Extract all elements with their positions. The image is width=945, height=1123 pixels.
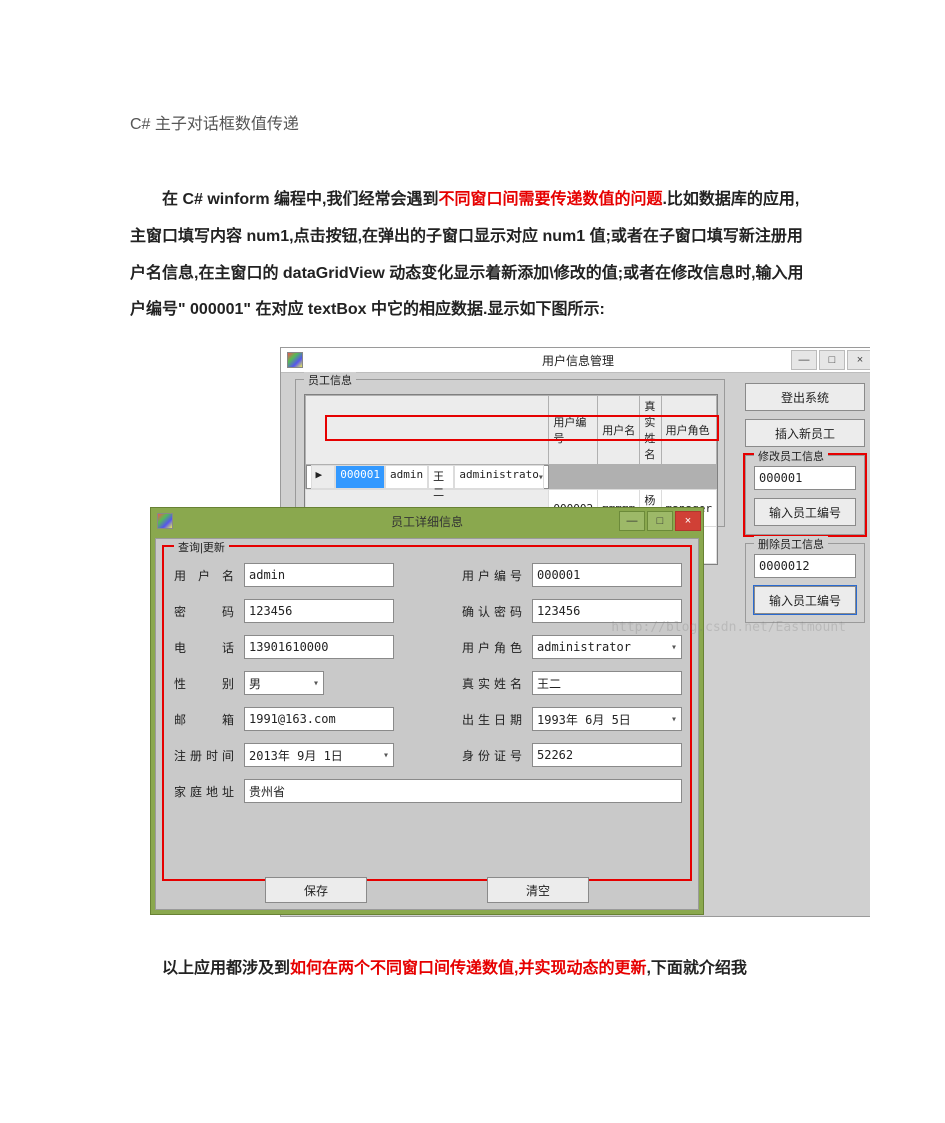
document-page: C# 主子对话框数值传递 在 C# winform 编程中,我们经常会遇到不同窗…: [0, 0, 945, 1123]
close-button[interactable]: ×: [847, 350, 870, 370]
password-label: 密 码: [174, 603, 234, 620]
para1-prefix: 在 C# winform 编程中,我们经常会遇到: [162, 191, 438, 208]
password-input[interactable]: 123456: [244, 599, 394, 623]
main-window-title: 用户信息管理: [281, 352, 870, 369]
delete-employee-groupbox: 删除员工信息 0000012 输入员工编号: [745, 543, 865, 623]
employee-groupbox-legend: 员工信息: [304, 372, 356, 388]
modify-employee-id-input[interactable]: 000001: [754, 466, 856, 490]
para1-red: 不同窗口间需要传递数值的问题: [438, 191, 662, 208]
paragraph-2: 以上应用都涉及到如何在两个不同窗口间传递数值,并实现动态的更新,下面就介绍我: [130, 951, 815, 988]
child-window-buttons: — □ ×: [619, 511, 701, 531]
confirm-label: 确认密码: [462, 603, 522, 620]
cell-userid[interactable]: 000001: [335, 465, 385, 489]
paragraph-1: 在 C# winform 编程中,我们经常会遇到不同窗口间需要传递数值的问题.比…: [130, 182, 815, 329]
clear-button[interactable]: 清空: [487, 877, 589, 903]
gender-label: 性 别: [174, 675, 234, 692]
para2-prefix: 以上应用都涉及到: [162, 960, 290, 977]
username-label: 用户名: [174, 567, 234, 584]
confirm-input[interactable]: 123456: [532, 599, 682, 623]
grid-header-row: 用户编号 用户名 真实姓名 用户角色: [306, 396, 717, 465]
phone-label: 电 话: [174, 639, 234, 656]
doc-title: C# 主子对话框数值传递: [130, 110, 815, 134]
email-input[interactable]: 1991@163.com: [244, 707, 394, 731]
form-button-row: 保存 清空: [156, 877, 698, 903]
employee-groupbox: 员工信息 用户编号 用户名 真实姓名 用户角色 ▶: [295, 379, 725, 527]
para2-red: 如何在两个不同窗口间传递数值,并实现动态的更新: [290, 960, 646, 977]
address-input[interactable]: 贵州省: [244, 779, 682, 803]
right-panel: 登出系统 插入新员工 修改员工信息 000001 输入员工编号 删除员工信息 0…: [745, 383, 865, 623]
idcard-label: 身份证号: [462, 747, 522, 764]
cell-role[interactable]: administrato: [454, 465, 543, 489]
minimize-button[interactable]: —: [619, 511, 645, 531]
form-groupbox: 查询|更新 用户名 admin 用户编号 000001 密 码 123456 确…: [162, 545, 692, 881]
insert-employee-button[interactable]: 插入新员工: [745, 419, 865, 447]
maximize-button[interactable]: □: [819, 350, 845, 370]
save-button[interactable]: 保存: [265, 877, 367, 903]
role-select[interactable]: administrator: [532, 635, 682, 659]
form-legend: 查询|更新: [174, 539, 229, 555]
para2-suffix: ,下面就介绍我: [646, 960, 746, 977]
modify-employee-groupbox: 修改员工信息 000001 输入员工编号: [745, 455, 865, 535]
child-titlebar: 员工详细信息 — □ ×: [151, 508, 703, 534]
gender-select[interactable]: 男: [244, 671, 324, 695]
role-label: 用户角色: [462, 639, 522, 656]
form-grid: 用户名 admin 用户编号 000001 密 码 123456 确认密码 12…: [174, 563, 680, 767]
col-realname[interactable]: 真实姓名: [640, 396, 661, 465]
child-window-body: 查询|更新 用户名 admin 用户编号 000001 密 码 123456 确…: [155, 538, 699, 910]
realname-label: 真实姓名: [462, 675, 522, 692]
birth-label: 出生日期: [462, 711, 522, 728]
regtime-label: 注册时间: [174, 747, 234, 764]
col-username[interactable]: 用户名: [598, 396, 640, 465]
address-row: 家庭地址 贵州省: [174, 779, 680, 803]
phone-input[interactable]: 13901610000: [244, 635, 394, 659]
address-label: 家庭地址: [174, 783, 234, 800]
screenshot-figure: 用户信息管理 — □ × 员工信息 用户编号: [150, 347, 870, 917]
main-titlebar: 用户信息管理 — □ ×: [281, 348, 870, 373]
userid-label: 用户编号: [462, 567, 522, 584]
idcard-input[interactable]: 52262: [532, 743, 682, 767]
regtime-select[interactable]: 2013年 9月 1日: [244, 743, 394, 767]
delete-input-button[interactable]: 输入员工编号: [754, 586, 856, 614]
table-row[interactable]: ▶ 000001 admin 王二 administrato: [306, 465, 549, 489]
delete-groupbox-legend: 删除员工信息: [754, 536, 828, 552]
birth-select[interactable]: 1993年 6月 5日: [532, 707, 682, 731]
child-window: 员工详细信息 — □ × 查询|更新 用户名 admin 用户编号 000001: [150, 507, 704, 915]
minimize-button[interactable]: —: [791, 350, 817, 370]
username-input[interactable]: admin: [244, 563, 394, 587]
userid-input[interactable]: 000001: [532, 563, 682, 587]
delete-employee-id-input[interactable]: 0000012: [754, 554, 856, 578]
logout-button[interactable]: 登出系统: [745, 383, 865, 411]
row-marker: ▶: [311, 465, 336, 489]
col-userid[interactable]: 用户编号: [549, 396, 598, 465]
email-label: 邮 箱: [174, 711, 234, 728]
cell-username[interactable]: admin: [385, 465, 428, 489]
col-role[interactable]: 用户角色: [661, 396, 716, 465]
cell-realname[interactable]: 王二: [428, 465, 454, 489]
modify-groupbox-legend: 修改员工信息: [754, 448, 828, 464]
para1-suffix: .比如数据库的应用,主窗口填写内容 num1,点击按钮,在弹出的子窗口显示对应 …: [130, 191, 804, 318]
close-button[interactable]: ×: [675, 511, 701, 531]
main-window-buttons: — □ ×: [791, 350, 870, 370]
maximize-button[interactable]: □: [647, 511, 673, 531]
modify-input-button[interactable]: 输入员工编号: [754, 498, 856, 526]
realname-input[interactable]: 王二: [532, 671, 682, 695]
